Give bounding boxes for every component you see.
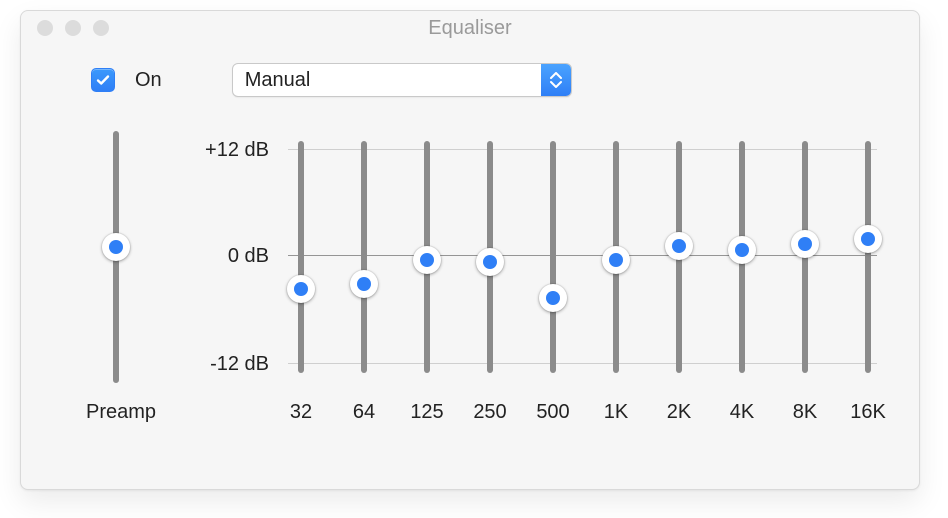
band-slider[interactable] (412, 141, 442, 373)
band-knob[interactable] (413, 246, 441, 274)
band-label: 1K (586, 401, 646, 424)
on-label: On (135, 69, 162, 92)
check-icon (95, 72, 111, 88)
band-slider[interactable] (349, 141, 379, 373)
scale-min-label: -12 dB (169, 353, 269, 376)
band-track (550, 141, 556, 373)
equaliser-window: Equaliser On Manual +12 dB 0 dB -12 dB (20, 10, 920, 490)
preset-selected-label: Manual (233, 64, 541, 96)
band-slider[interactable] (727, 141, 757, 373)
band-slider[interactable] (853, 141, 883, 373)
band-knob[interactable] (602, 246, 630, 274)
top-row: On Manual (21, 45, 919, 97)
chevron-down-icon (549, 80, 563, 88)
band-slider[interactable] (538, 141, 568, 373)
band-track (361, 141, 367, 373)
preset-select[interactable]: Manual (232, 63, 572, 97)
band-knob[interactable] (728, 236, 756, 264)
band-label: 4K (712, 401, 772, 424)
scale-max-label: +12 dB (169, 139, 269, 162)
band-track (298, 141, 304, 373)
band-label: 8K (775, 401, 835, 424)
band-label: 500 (523, 401, 583, 424)
band-knob[interactable] (665, 232, 693, 260)
band-knob[interactable] (476, 248, 504, 276)
eq-area: +12 dB 0 dB -12 dB Preamp 32641252505001… (51, 127, 889, 467)
preamp-knob[interactable] (102, 233, 130, 261)
band-knob[interactable] (287, 275, 315, 303)
zoom-icon[interactable] (93, 20, 109, 36)
band-slider[interactable] (664, 141, 694, 373)
band-label: 125 (397, 401, 457, 424)
preset-stepper[interactable] (541, 64, 571, 96)
band-slider[interactable] (475, 141, 505, 373)
close-icon[interactable] (37, 20, 53, 36)
band-knob[interactable] (791, 230, 819, 258)
window-title: Equaliser (21, 17, 919, 40)
titlebar: Equaliser (21, 11, 919, 45)
band-slider[interactable] (601, 141, 631, 373)
band-label: 16K (838, 401, 898, 424)
band-label: 250 (460, 401, 520, 424)
band-knob[interactable] (350, 270, 378, 298)
minimize-icon[interactable] (65, 20, 81, 36)
band-track (865, 141, 871, 373)
preamp-label: Preamp (71, 401, 171, 424)
chevron-up-icon (549, 72, 563, 80)
labels-row: Preamp 32641252505001K2K4K8K16K (51, 401, 889, 431)
window-controls (21, 20, 109, 36)
preamp-slider[interactable] (101, 131, 131, 383)
band-label: 64 (334, 401, 394, 424)
scale-mid-label: 0 dB (169, 245, 269, 268)
on-checkbox[interactable] (91, 68, 115, 92)
band-slider[interactable] (286, 141, 316, 373)
band-knob[interactable] (854, 225, 882, 253)
band-slider[interactable] (790, 141, 820, 373)
band-label: 32 (271, 401, 331, 424)
band-knob[interactable] (539, 284, 567, 312)
band-label: 2K (649, 401, 709, 424)
